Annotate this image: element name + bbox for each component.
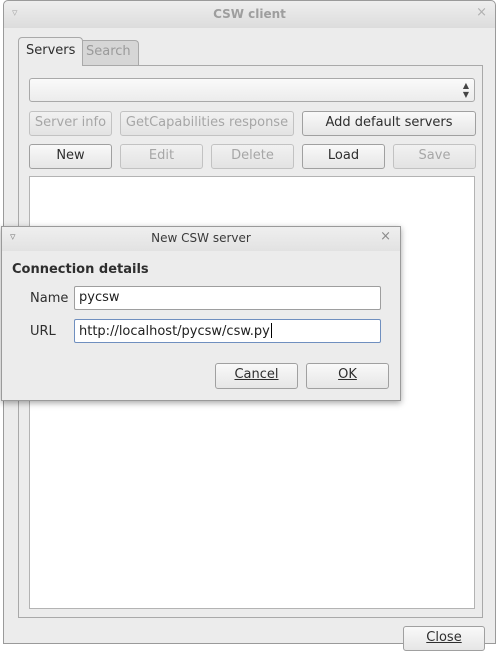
name-field[interactable]: pycsw (74, 286, 381, 310)
dialog-titlebar[interactable]: ▿ New CSW server × (2, 227, 400, 251)
cancel-button[interactable]: Cancel (215, 363, 298, 389)
url-field-value: http://localhost/pycsw/csw.py (79, 324, 270, 339)
name-label: Name (30, 291, 69, 306)
spin-arrows-icon: ▲ ▼ (462, 81, 469, 99)
delete-button[interactable]: Delete (211, 144, 294, 169)
load-button[interactable]: Load (302, 144, 385, 169)
dialog-close-icon[interactable]: × (380, 229, 391, 244)
add-default-servers-button[interactable]: Add default servers (302, 111, 476, 136)
connection-details-heading: Connection details (12, 262, 149, 277)
window-close-icon[interactable]: × (476, 5, 487, 20)
cancel-button-label: Cancel (234, 367, 279, 382)
ok-button-label: OK (338, 367, 357, 382)
window-title: CSW client (213, 7, 286, 21)
name-field-value: pycsw (79, 290, 120, 305)
tab-servers[interactable]: Servers (18, 37, 84, 66)
text-caret (270, 323, 272, 338)
save-button[interactable]: Save (393, 144, 476, 169)
url-field[interactable]: http://localhost/pycsw/csw.py (74, 319, 381, 343)
close-button-label: Close (426, 630, 462, 645)
url-label: URL (30, 324, 56, 339)
tab-search[interactable]: Search (78, 40, 139, 65)
edit-button[interactable]: Edit (120, 144, 203, 169)
new-button[interactable]: New (29, 144, 112, 169)
server-info-button[interactable]: Server info (29, 111, 112, 136)
window-titlebar[interactable]: ▿ CSW client × (4, 1, 495, 28)
close-button[interactable]: Close (403, 626, 485, 651)
getcapabilities-response-button[interactable]: GetCapabilities response (120, 111, 294, 136)
ok-button[interactable]: OK (306, 363, 389, 389)
new-csw-server-dialog: ▿ New CSW server × Connection details Na… (1, 226, 401, 401)
server-select[interactable]: ▲ ▼ (29, 78, 475, 102)
dialog-title: New CSW server (151, 231, 251, 245)
